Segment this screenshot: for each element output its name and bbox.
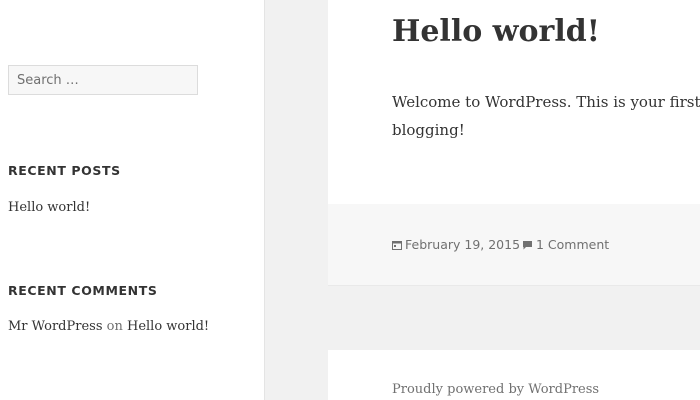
- post-article: Hello world! Welcome to WordPress. This …: [328, 0, 700, 204]
- recent-comment-item: Mr WordPress on Hello world!: [8, 319, 209, 334]
- calendar-icon: [392, 240, 402, 250]
- search-input[interactable]: [17, 67, 189, 95]
- entry-footer: February 19, 2015 1 Comment: [328, 204, 700, 286]
- comment-icon: [523, 240, 532, 249]
- sidebar: RECENT POSTS Hello world! RECENT COMMENT…: [0, 0, 265, 400]
- post-content: Welcome to WordPress. This is your first…: [392, 88, 700, 144]
- recent-comments-title: RECENT COMMENTS: [8, 283, 158, 298]
- post-body-line: blogging!: [392, 121, 465, 139]
- comments-link[interactable]: 1 Comment: [522, 237, 609, 252]
- search-field[interactable]: [8, 65, 198, 95]
- post-date[interactable]: February 19, 2015: [392, 237, 520, 252]
- site-footer: Proudly powered by WordPress: [328, 350, 700, 400]
- powered-by-link[interactable]: Proudly powered by WordPress: [392, 382, 599, 397]
- comment-author-link[interactable]: Mr WordPress: [8, 319, 103, 334]
- recent-posts-title: RECENT POSTS: [8, 163, 121, 178]
- post-title[interactable]: Hello world!: [392, 14, 600, 49]
- comment-connector: on: [106, 319, 123, 334]
- comment-post-link[interactable]: Hello world!: [127, 319, 209, 334]
- post-date-text: February 19, 2015: [405, 237, 521, 252]
- recent-post-link[interactable]: Hello world!: [8, 200, 90, 215]
- comments-count: 1 Comment: [536, 237, 610, 252]
- post-body-line: Welcome to WordPress. This is your first…: [392, 93, 700, 111]
